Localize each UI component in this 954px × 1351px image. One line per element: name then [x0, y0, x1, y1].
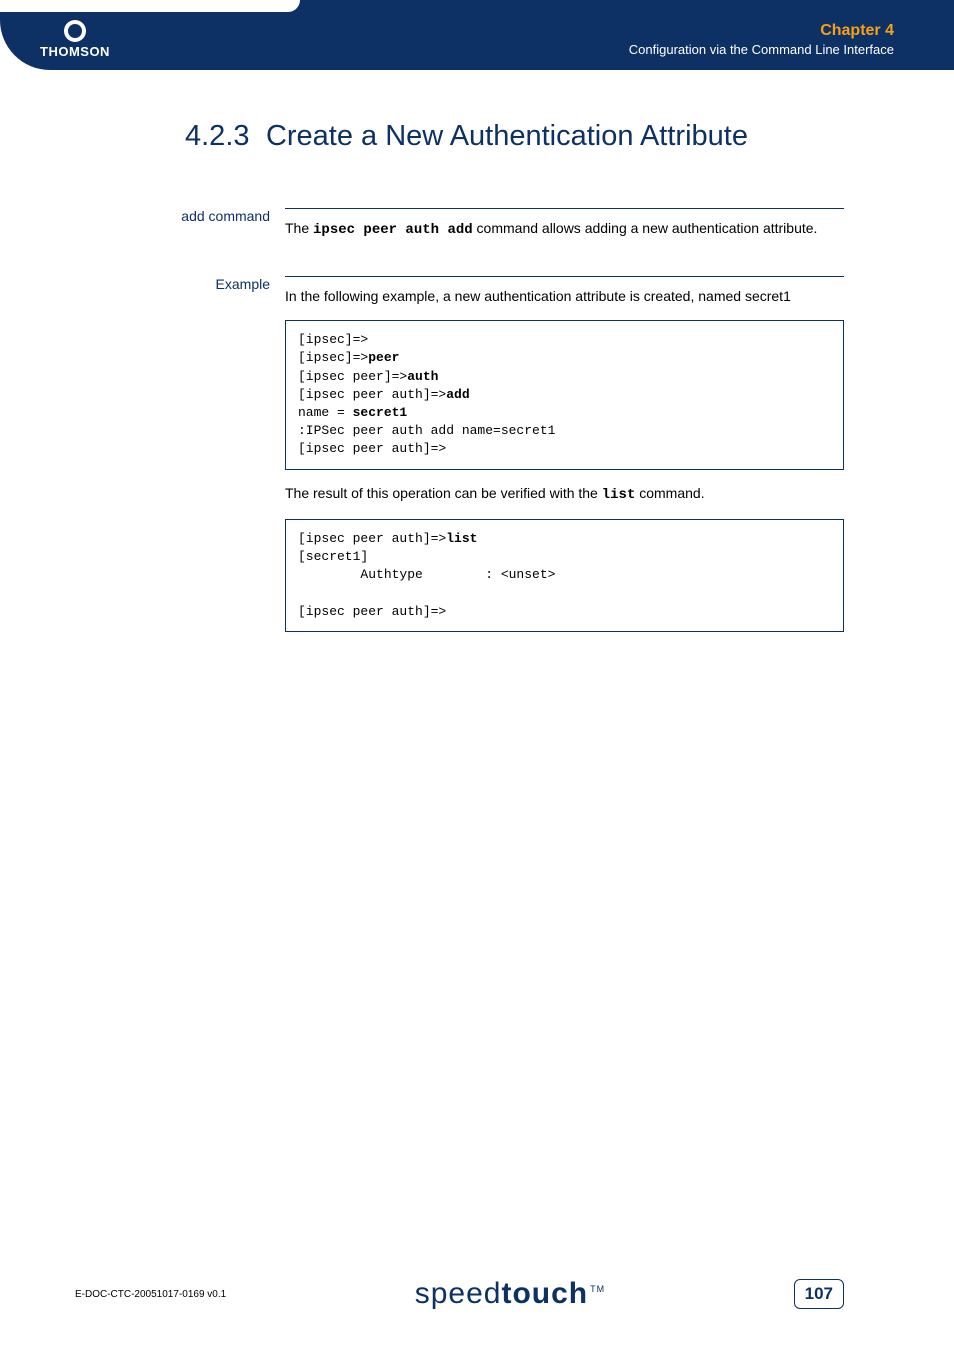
- speedtouch-logo: speedtouchTM: [415, 1277, 605, 1311]
- section-title: Create a New Authentication Attribute: [266, 120, 748, 152]
- divider: [285, 208, 844, 209]
- code-line: [ipsec peer auth]=>: [298, 531, 446, 546]
- brand-thin: speed: [415, 1277, 502, 1310]
- code-line: :IPSec peer auth add name=secret1: [298, 423, 555, 438]
- code-inline: ipsec peer auth add: [313, 222, 473, 238]
- add-command-description: The ipsec peer auth add command allows a…: [285, 219, 844, 241]
- text: The result of this operation can be veri…: [285, 485, 602, 501]
- code-bold: peer: [368, 350, 399, 365]
- body-example: In the following example, a new authenti…: [285, 276, 844, 646]
- code-line: [secret1]: [298, 549, 368, 564]
- header-bar: THOMSON Chapter 4 Configuration via the …: [0, 0, 954, 70]
- document-id: E-DOC-CTC-20051017-0169 v0.1: [75, 1289, 226, 1300]
- code-line: name =: [298, 405, 353, 420]
- code-bold: secret1: [353, 405, 408, 420]
- label-example: Example: [155, 276, 285, 646]
- example-intro: In the following example, a new authenti…: [285, 287, 844, 307]
- page-content: 4.2.3 Create a New Authentication Attrib…: [155, 120, 844, 681]
- body-add-command: The ipsec peer auth add command allows a…: [285, 208, 844, 241]
- label-add-command: add command: [155, 208, 285, 241]
- thomson-logo-icon: [64, 20, 86, 42]
- section-heading: 4.2.3 Create a New Authentication Attrib…: [185, 120, 844, 153]
- code-line: [ipsec]=>: [298, 350, 368, 365]
- page-footer: E-DOC-CTC-20051017-0169 v0.1 speedtouchT…: [75, 1277, 844, 1311]
- example-mid-text: The result of this operation can be veri…: [285, 484, 844, 506]
- chapter-subtitle: Configuration via the Command Line Inter…: [629, 42, 894, 57]
- header-right: Chapter 4 Configuration via the Command …: [629, 22, 894, 57]
- code-line: [ipsec peer]=>: [298, 369, 407, 384]
- divider: [285, 276, 844, 277]
- code-inline: list: [602, 487, 636, 503]
- section-number: 4.2.3: [185, 120, 250, 152]
- chapter-label: Chapter 4: [629, 22, 894, 40]
- brand-logo-text: THOMSON: [40, 44, 110, 59]
- block-add-command: add command The ipsec peer auth add comm…: [155, 208, 844, 241]
- code-bold: auth: [407, 369, 438, 384]
- brand-tm: TM: [590, 1284, 605, 1294]
- code-bold: add: [446, 387, 469, 402]
- code-line: Authtype : <unset>: [298, 567, 555, 582]
- brand-logo: THOMSON: [40, 20, 110, 59]
- code-block-2: [ipsec peer auth]=>list [secret1] Authty…: [285, 519, 844, 632]
- code-line: [ipsec peer auth]=>: [298, 604, 446, 619]
- text: command allows adding a new authenticati…: [473, 220, 818, 236]
- brand-bold: touch: [501, 1277, 588, 1310]
- code-block-1: [ipsec]=> [ipsec]=>peer [ipsec peer]=>au…: [285, 320, 844, 469]
- code-line: [ipsec peer auth]=>: [298, 387, 446, 402]
- code-line: [ipsec peer auth]=>: [298, 441, 446, 456]
- block-example: Example In the following example, a new …: [155, 276, 844, 646]
- page-number: 107: [794, 1279, 844, 1309]
- text: command.: [635, 485, 704, 501]
- code-line: [ipsec]=>: [298, 332, 368, 347]
- code-bold: list: [446, 531, 477, 546]
- text: The: [285, 220, 313, 236]
- header-curve: [0, 0, 300, 12]
